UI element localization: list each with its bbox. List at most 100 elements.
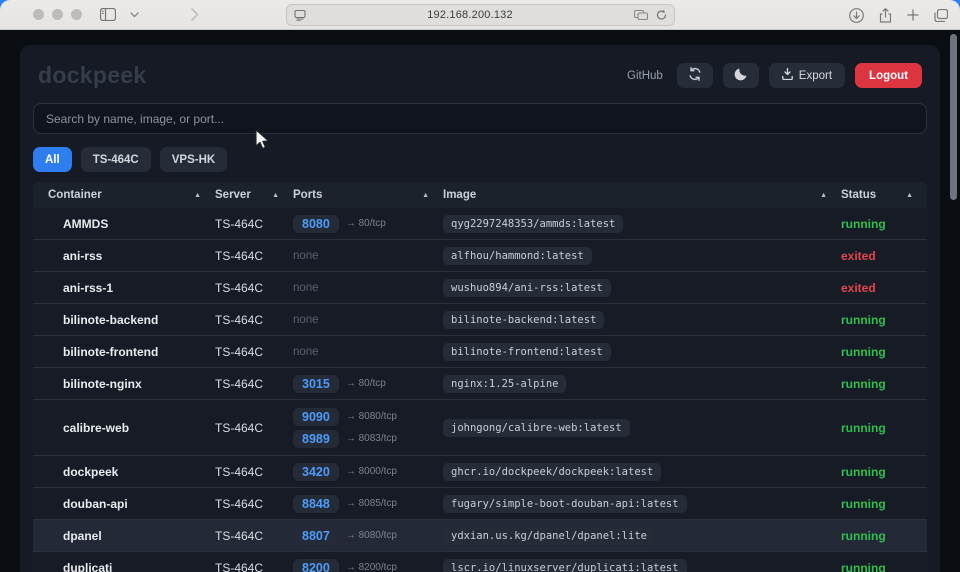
image-cell: bilinote-frontend:latest <box>443 343 841 361</box>
minimize-window-button[interactable] <box>52 9 63 20</box>
server-cell: TS-464C <box>215 281 293 295</box>
browser-window: 192.168.200.132 <box>0 0 960 572</box>
reload-icon[interactable] <box>656 9 667 21</box>
column-header-container[interactable]: Container▲ <box>33 189 215 201</box>
host-port-link[interactable]: 3420 <box>293 463 339 481</box>
zoom-window-button[interactable] <box>71 9 82 20</box>
filter-tab-vps-hk[interactable]: VPS-HK <box>160 147 227 172</box>
server-cell: TS-464C <box>215 313 293 327</box>
search-input[interactable] <box>33 103 927 134</box>
host-port-link[interactable]: 8807 <box>293 527 339 545</box>
github-link[interactable]: GitHub <box>627 70 663 82</box>
column-header-status[interactable]: Status▲ <box>841 189 927 201</box>
server-name: TS-464C <box>215 313 293 327</box>
table-row[interactable]: bilinote-frontendTS-464Cnonebilinote-fro… <box>33 336 927 368</box>
tab-overview-icon[interactable] <box>934 9 948 22</box>
table-row[interactable]: ani-rss-1TS-464Cnonewushuo894/ani-rss:la… <box>33 272 927 304</box>
container-cell: bilinote-nginx <box>33 377 215 391</box>
sidebar-chevron-icon[interactable] <box>130 12 139 18</box>
export-label: Export <box>799 70 832 82</box>
export-button[interactable]: Export <box>769 63 845 88</box>
container-name: dpanel <box>48 529 215 543</box>
refresh-button[interactable] <box>677 63 713 88</box>
table-row[interactable]: ani-rssTS-464Cnonealfhou/hammond:lateste… <box>33 240 927 272</box>
container-cell: bilinote-frontend <box>33 345 215 359</box>
container-name: AMMDS <box>48 217 215 231</box>
table-row[interactable]: bilinote-nginxTS-464C3015→ 80/tcpnginx:1… <box>33 368 927 400</box>
table-row[interactable]: AMMDSTS-464C8080→ 80/tcpqyg2297248353/am… <box>33 208 927 240</box>
container-name: ani-rss <box>48 249 215 263</box>
column-header-server[interactable]: Server▲ <box>215 189 293 201</box>
new-tab-icon[interactable] <box>907 9 919 21</box>
sort-asc-icon: ▲ <box>820 192 827 199</box>
image-cell: nginx:1.25-alpine <box>443 375 841 393</box>
page-settings-icon[interactable] <box>294 10 306 21</box>
container-name: bilinote-backend <box>48 313 215 327</box>
table-row[interactable]: dockpeekTS-464C3420→ 8000/tcpghcr.io/doc… <box>33 456 927 488</box>
column-header-image[interactable]: Image▲ <box>443 189 841 201</box>
filter-tab-all[interactable]: All <box>33 147 72 172</box>
status-cell: running <box>841 529 927 543</box>
downloads-icon[interactable] <box>849 8 864 23</box>
status-badge: running <box>841 497 927 511</box>
ports-cell: none <box>293 282 443 294</box>
no-ports-label: none <box>293 250 443 262</box>
server-cell: TS-464C <box>215 465 293 479</box>
table-row[interactable]: calibre-webTS-464C9090→ 8080/tcp8989→ 80… <box>33 400 927 456</box>
table-row[interactable]: bilinote-backendTS-464Cnonebilinote-back… <box>33 304 927 336</box>
status-badge: running <box>841 561 927 572</box>
server-name: TS-464C <box>215 561 293 572</box>
status-badge: running <box>841 529 927 543</box>
image-cell: fugary/simple-boot-douban-api:latest <box>443 495 841 513</box>
status-badge: running <box>841 313 927 327</box>
host-port-link[interactable]: 8080 <box>293 215 339 233</box>
container-cell: dpanel <box>33 529 215 543</box>
theme-toggle-button[interactable] <box>723 63 759 88</box>
server-name: TS-464C <box>215 217 293 231</box>
status-badge: exited <box>841 281 927 295</box>
image-cell: alfhou/hammond:latest <box>443 247 841 265</box>
back-button[interactable] <box>161 8 169 21</box>
host-port-link[interactable]: 9090 <box>293 408 339 426</box>
logout-button[interactable]: Logout <box>855 63 922 88</box>
status-cell: running <box>841 377 927 391</box>
column-header-ports[interactable]: Ports▲ <box>293 189 443 201</box>
table-row[interactable]: dpanelTS-464C8807→ 8080/tcpydxian.us.kg/… <box>33 520 927 552</box>
export-icon <box>782 68 793 83</box>
sidebar-toggle-icon[interactable] <box>100 8 116 21</box>
status-cell: exited <box>841 281 927 295</box>
address-bar[interactable]: 192.168.200.132 <box>286 4 675 26</box>
image-name: nginx:1.25-alpine <box>443 375 566 393</box>
host-port-link[interactable]: 8200 <box>293 559 339 572</box>
server-cell: TS-464C <box>215 249 293 263</box>
table-row[interactable]: douban-apiTS-464C8848→ 8085/tcpfugary/si… <box>33 488 927 520</box>
tab-group-icon[interactable] <box>634 10 648 20</box>
page-scrollbar-thumb[interactable] <box>950 34 957 200</box>
image-name: wushuo894/ani-rss:latest <box>443 279 611 297</box>
server-cell: TS-464C <box>215 217 293 231</box>
forward-button[interactable] <box>191 8 199 21</box>
page-content: dockpeek GitHub <box>0 30 960 572</box>
share-icon[interactable] <box>879 8 892 23</box>
ports-cell: 3015→ 80/tcp <box>293 373 443 395</box>
image-name: johngong/calibre-web:latest <box>443 419 630 437</box>
ports-cell: none <box>293 346 443 358</box>
host-port-link[interactable]: 8848 <box>293 495 339 513</box>
port-mapping: 8200→ 8200/tcp <box>293 559 443 572</box>
server-name: TS-464C <box>215 281 293 295</box>
container-cell: dockpeek <box>33 465 215 479</box>
status-cell: running <box>841 217 927 231</box>
server-name: TS-464C <box>215 465 293 479</box>
image-name: qyg2297248353/ammds:latest <box>443 215 623 233</box>
sort-asc-icon: ▲ <box>194 192 201 199</box>
close-window-button[interactable] <box>33 9 44 20</box>
host-port-link[interactable]: 3015 <box>293 375 339 393</box>
ports-cell: none <box>293 314 443 326</box>
ports-cell: 8807→ 8080/tcp <box>293 525 443 547</box>
server-cell: TS-464C <box>215 497 293 511</box>
host-port-link[interactable]: 8989 <box>293 430 339 448</box>
filter-tab-ts-464c[interactable]: TS-464C <box>81 147 151 172</box>
table-row[interactable]: duplicatiTS-464C8200→ 8200/tcplscr.io/li… <box>33 552 927 572</box>
port-mapping: 8989→ 8083/tcp <box>293 430 443 448</box>
image-cell: ghcr.io/dockpeek/dockpeek:latest <box>443 463 841 481</box>
